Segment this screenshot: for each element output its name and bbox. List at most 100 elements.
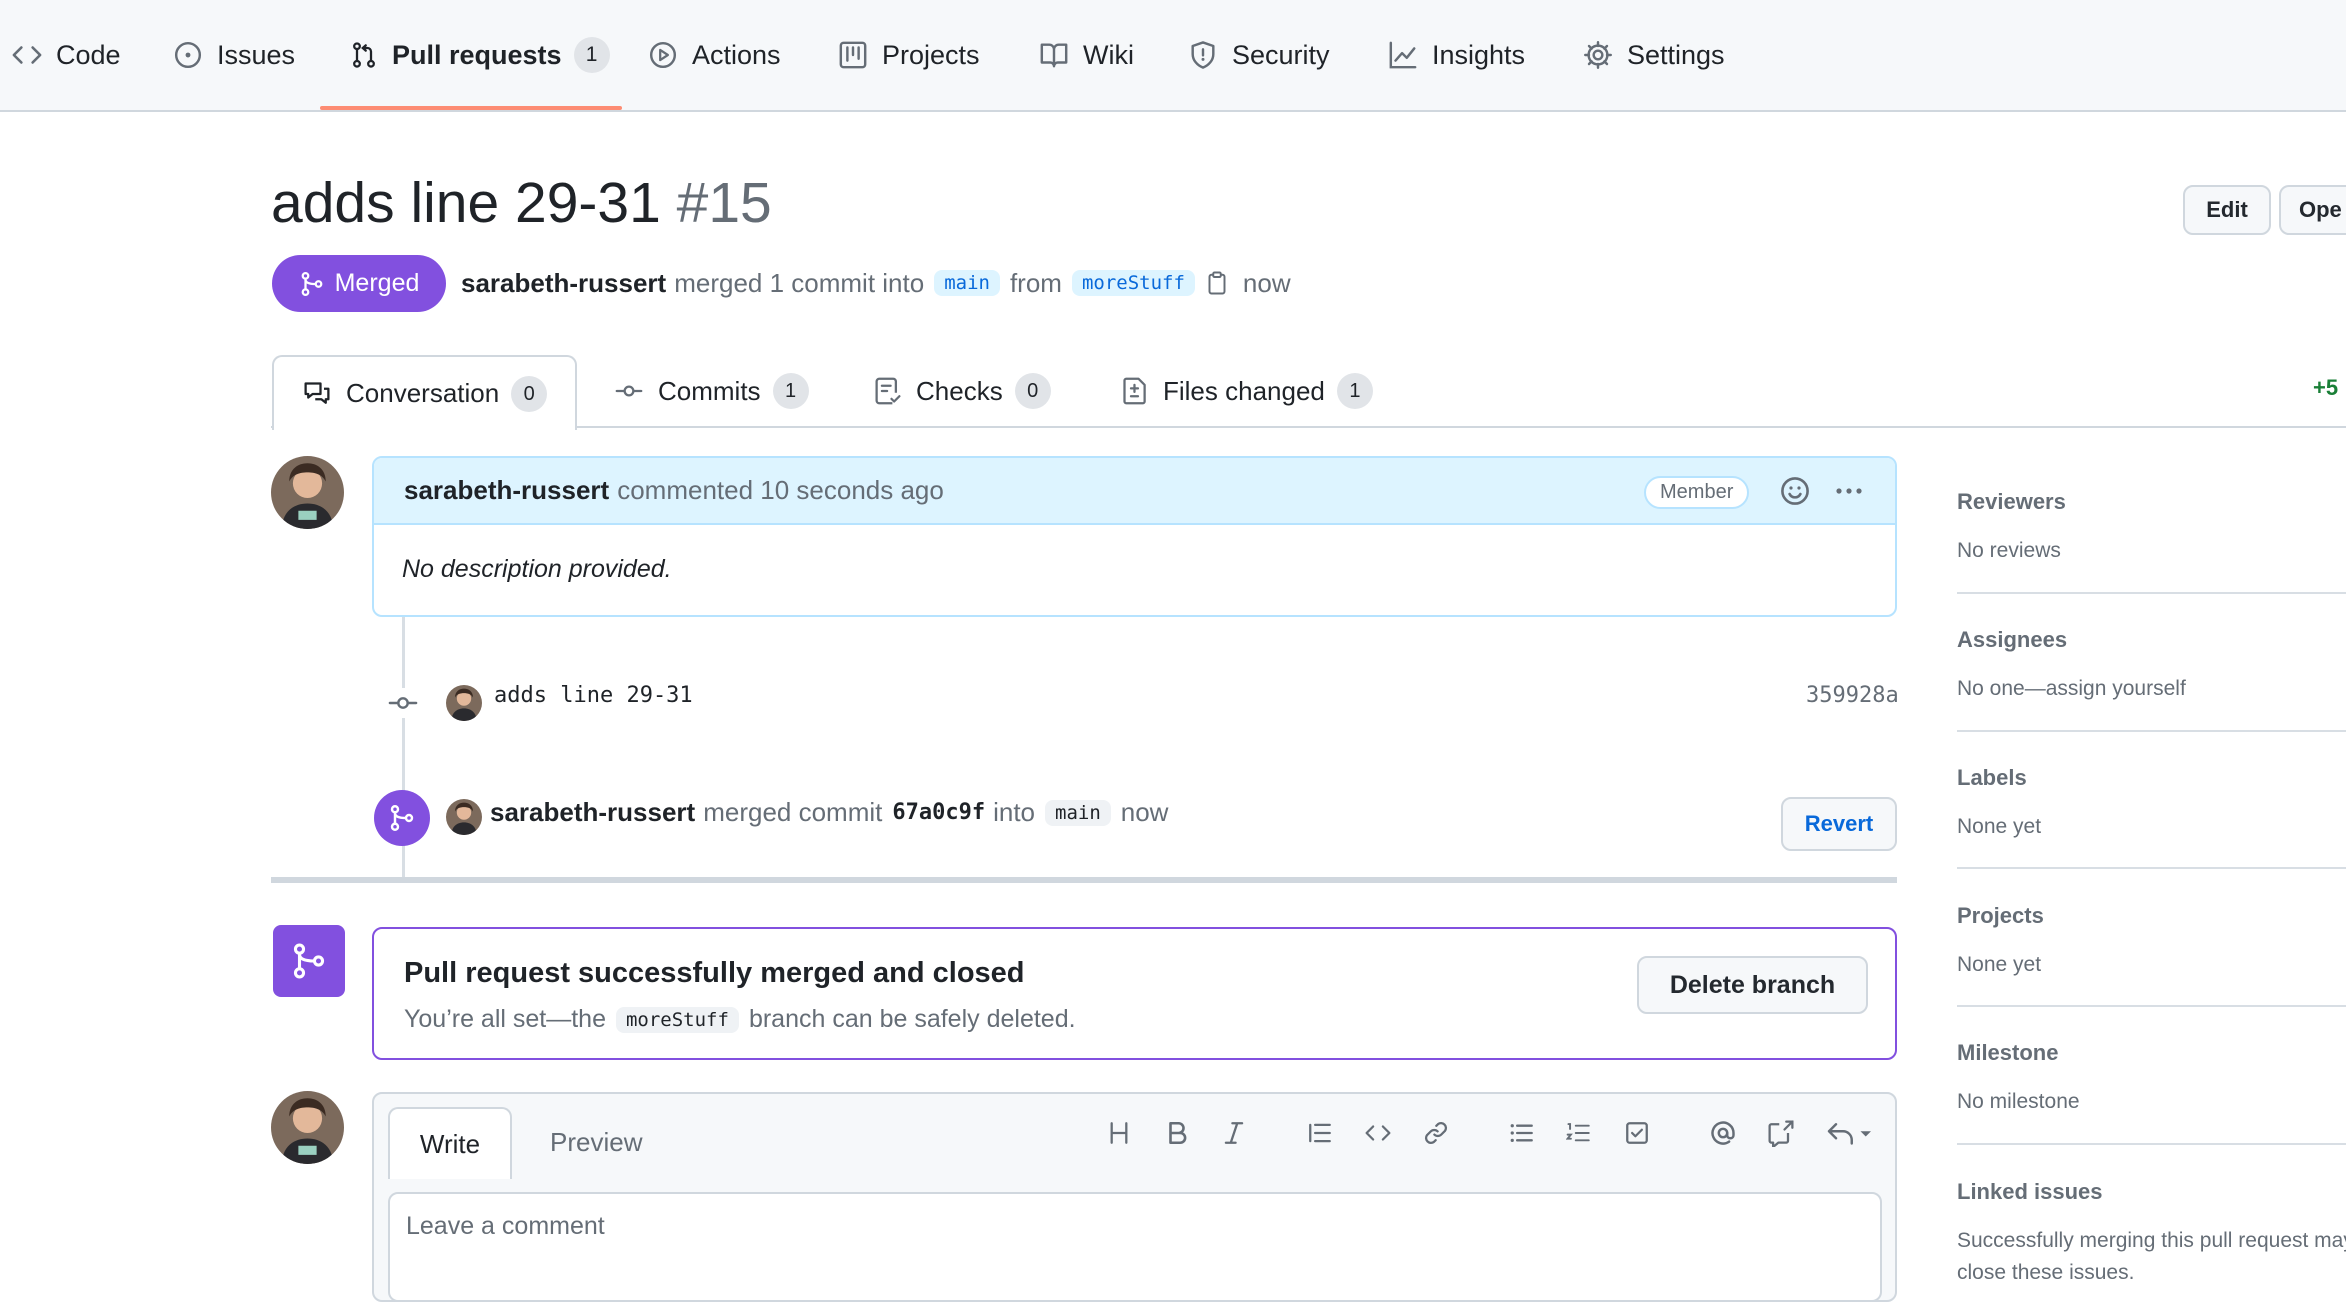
- merge-event: sarabeth-russert merged commit 67a0c9f i…: [490, 797, 1168, 828]
- cross-reference-icon[interactable]: [1764, 1116, 1798, 1150]
- avatar[interactable]: [271, 456, 344, 529]
- comment-body: No description provided.: [402, 555, 672, 583]
- nav-actions[interactable]: Actions: [648, 0, 781, 110]
- pull-requests-counter: 1: [573, 37, 610, 73]
- merge-status-sub-after: branch can be safely deleted.: [748, 1005, 1076, 1033]
- nav-settings[interactable]: Settings: [1583, 0, 1725, 110]
- sidebar-assignees[interactable]: Assignees No one—assign yourself: [1957, 627, 2346, 705]
- sidebar-labels-title: Labels: [1957, 765, 2027, 790]
- tab-commits-label: Commits: [658, 375, 761, 406]
- pr-number: #15: [676, 171, 772, 235]
- sidebar-milestone[interactable]: Milestone No milestone: [1957, 1040, 2346, 1118]
- play-icon: [648, 40, 678, 70]
- nav-wiki[interactable]: Wiki: [1039, 0, 1134, 110]
- nav-settings-label: Settings: [1627, 39, 1725, 70]
- sidebar-reviewers-title: Reviewers: [1957, 489, 2066, 514]
- pr-time: now: [1242, 267, 1291, 298]
- edit-button[interactable]: Edit: [2183, 185, 2271, 235]
- nav-issues[interactable]: Issues: [173, 0, 295, 110]
- nav-insights-label: Insights: [1432, 39, 1526, 70]
- tab-conversation-label: Conversation: [346, 378, 500, 408]
- head-branch[interactable]: moreStuff: [1071, 270, 1195, 296]
- sidebar-divider: [1957, 1005, 2346, 1007]
- tab-checks-count: 0: [1014, 373, 1051, 409]
- file-diff-icon: [1121, 376, 1149, 406]
- merge-event-icon: [374, 790, 430, 846]
- sidebar-reviewers[interactable]: Reviewers No reviews: [1957, 489, 2346, 567]
- open-button[interactable]: Ope: [2279, 185, 2346, 235]
- task-list-icon[interactable]: [1620, 1116, 1654, 1150]
- merge-target-branch[interactable]: main: [1045, 799, 1111, 826]
- kebab-horizontal-icon[interactable]: [1832, 475, 1866, 507]
- git-pull-request-icon: [350, 40, 378, 70]
- checklist-icon: [874, 376, 902, 406]
- revert-button[interactable]: Revert: [1781, 797, 1897, 851]
- sidebar-milestone-value: No milestone: [1957, 1090, 2080, 1113]
- delete-branch-button[interactable]: Delete branch: [1637, 956, 1868, 1014]
- base-branch[interactable]: main: [934, 270, 1000, 296]
- timeline-end-separator: [271, 877, 1897, 883]
- copy-icon[interactable]: [1205, 270, 1229, 296]
- nav-pull-requests[interactable]: Pull requests 1: [350, 0, 610, 110]
- shield-icon: [1188, 40, 1218, 70]
- link-icon[interactable]: [1419, 1116, 1453, 1150]
- sidebar-labels[interactable]: Labels None yet: [1957, 765, 2346, 843]
- nav-wiki-label: Wiki: [1083, 39, 1134, 70]
- sidebar-divider: [1957, 730, 2346, 732]
- sidebar-milestone-title: Milestone: [1957, 1040, 2059, 1065]
- nav-actions-label: Actions: [692, 39, 781, 70]
- tab-files-changed-label: Files changed: [1163, 375, 1325, 406]
- tab-commits[interactable]: Commits 1: [614, 355, 809, 427]
- code-icon: [12, 40, 42, 70]
- tab-conversation-count: 0: [511, 375, 548, 412]
- table-icon: [838, 40, 868, 70]
- nav-pull-requests-label: Pull requests: [392, 39, 562, 70]
- merge-author-avatar[interactable]: [446, 799, 482, 835]
- italic-icon[interactable]: [1217, 1116, 1251, 1150]
- smiley-icon[interactable]: [1779, 475, 1811, 507]
- heading-icon[interactable]: [1102, 1116, 1136, 1150]
- tab-write[interactable]: Write: [388, 1107, 512, 1179]
- unordered-list-icon[interactable]: [1505, 1116, 1539, 1150]
- nav-projects[interactable]: Projects: [838, 0, 980, 110]
- tab-checks[interactable]: Checks 0: [874, 355, 1051, 427]
- nav-security-label: Security: [1232, 39, 1330, 70]
- code-icon[interactable]: [1361, 1116, 1395, 1150]
- bold-icon[interactable]: [1160, 1116, 1194, 1150]
- pr-author-link[interactable]: sarabeth-russert: [461, 268, 666, 299]
- merge-status-title: Pull request successfully merged and clo…: [404, 957, 1025, 989]
- nav-insights[interactable]: Insights: [1388, 0, 1525, 110]
- tab-files-changed[interactable]: Files changed 1: [1121, 355, 1373, 427]
- book-icon: [1039, 40, 1069, 70]
- commit-author-avatar[interactable]: [446, 685, 482, 721]
- commit-message-link[interactable]: adds line 29-31: [494, 683, 693, 708]
- commit-sha-link[interactable]: 359928a: [1806, 683, 1899, 708]
- comment-textarea[interactable]: Leave a comment: [388, 1192, 1882, 1302]
- current-user-avatar[interactable]: [271, 1091, 344, 1164]
- sidebar-projects-value: None yet: [1957, 953, 2042, 976]
- tab-preview[interactable]: Preview: [550, 1107, 642, 1177]
- issue-opened-icon: [173, 40, 203, 70]
- merged-branch-name: moreStuff: [615, 1006, 739, 1033]
- sidebar-divider: [1957, 867, 2346, 869]
- merge-into-text: into: [993, 797, 1035, 827]
- diffstat-additions: +5: [2313, 375, 2339, 400]
- tab-conversation[interactable]: Conversation 0: [272, 355, 578, 430]
- sidebar-divider: [1957, 1143, 2346, 1145]
- comment-author[interactable]: sarabeth-russert: [404, 475, 609, 506]
- nav-security[interactable]: Security: [1188, 0, 1330, 110]
- pr-meta: sarabeth-russert merged 1 commit into ma…: [461, 263, 1291, 303]
- page-title: adds line 29-31 #15: [271, 170, 772, 236]
- sidebar-projects[interactable]: Projects None yet: [1957, 903, 2346, 981]
- reply-icon[interactable]: [1824, 1116, 1876, 1150]
- quote-icon[interactable]: [1303, 1116, 1337, 1150]
- ordered-list-icon[interactable]: [1562, 1116, 1596, 1150]
- sidebar-linked-issues[interactable]: Linked issues Successfully merging this …: [1957, 1179, 2346, 1289]
- sidebar-reviewers-value: No reviews: [1957, 539, 2061, 562]
- nav-code[interactable]: Code: [12, 0, 121, 110]
- merge-commit-sha[interactable]: 67a0c9f: [892, 800, 985, 825]
- active-tab-underline: [320, 106, 622, 110]
- member-badge: Member: [1644, 476, 1750, 509]
- mention-icon[interactable]: [1706, 1116, 1740, 1150]
- merge-author[interactable]: sarabeth-russert: [490, 797, 695, 828]
